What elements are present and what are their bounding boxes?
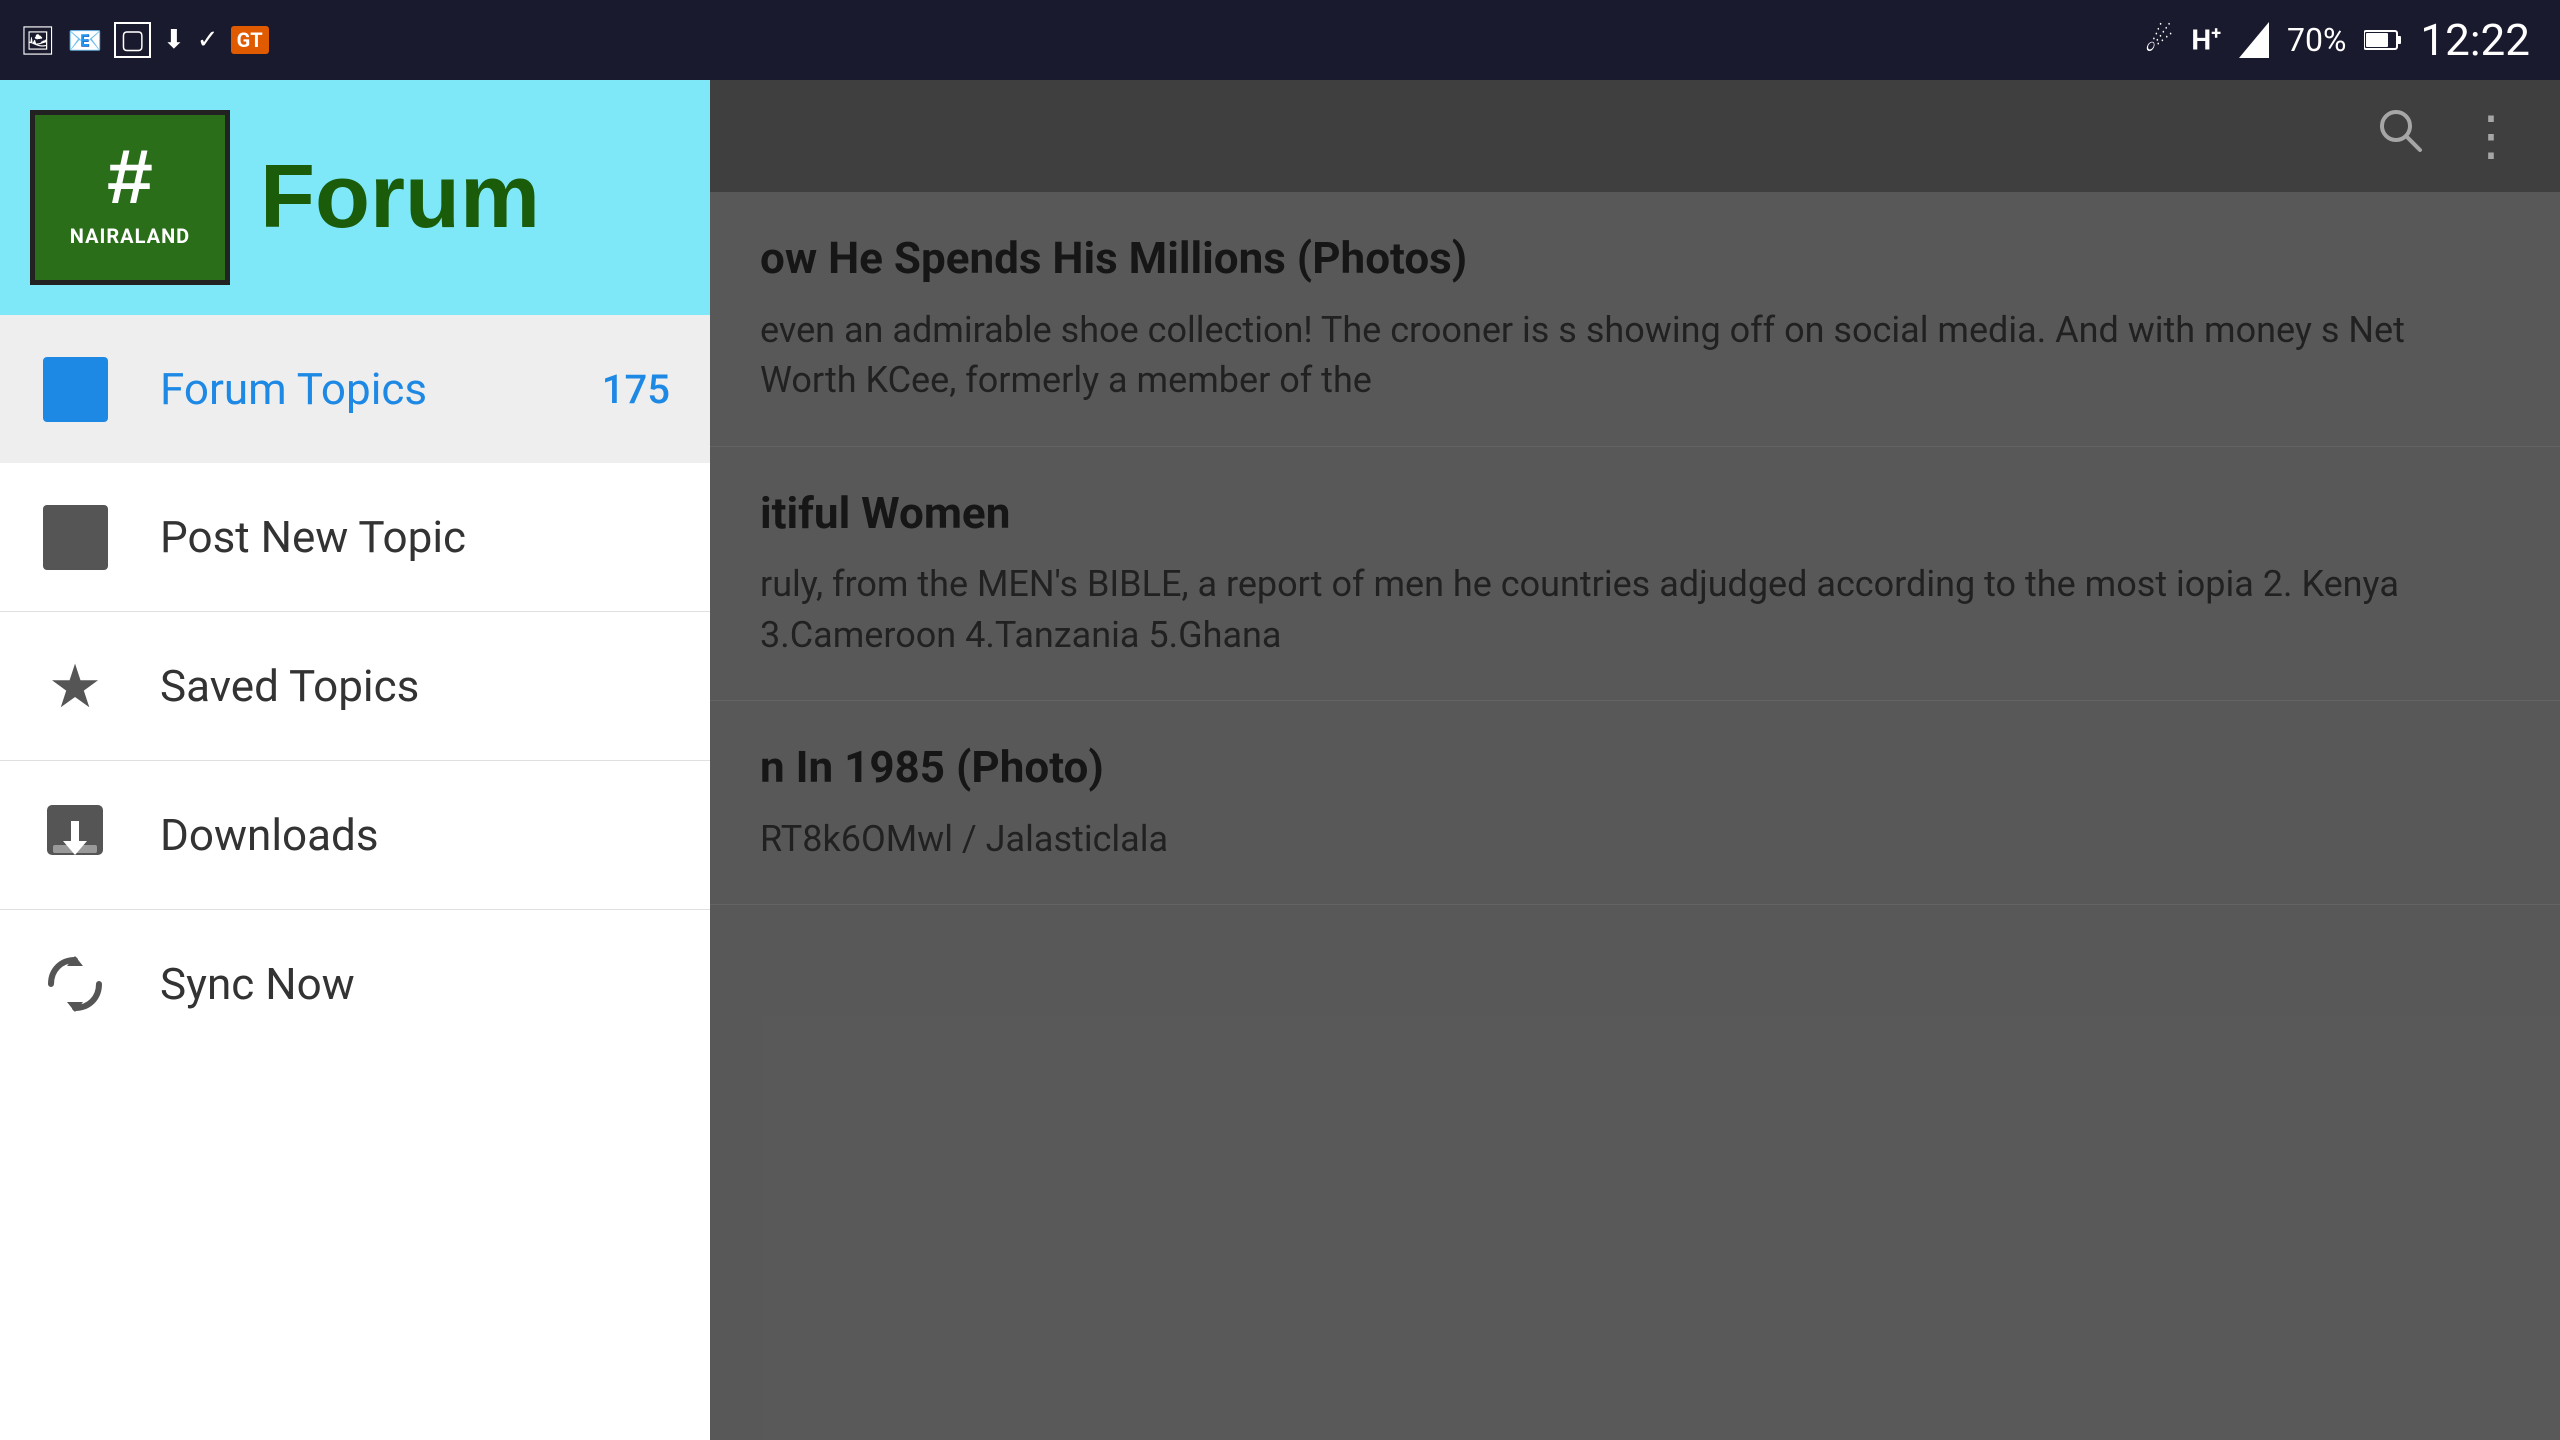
- drawer-header: # NAIRALAND Forum: [0, 80, 710, 315]
- battery-icon: [2364, 29, 2402, 51]
- dark-square-icon: [43, 505, 108, 570]
- status-left-icons: 🖼 📧 ▢ ⬇ ✓ GT: [20, 22, 269, 58]
- nav-item-forum-topics[interactable]: Forum Topics 175: [0, 315, 710, 463]
- nav-item-downloads[interactable]: Downloads: [0, 761, 710, 909]
- logo-nairaland-text: NAIRALAND: [70, 224, 190, 248]
- sync-now-label: Sync Now: [160, 958, 670, 1010]
- nav-items-list: Forum Topics 175 Post New Topic ★ Saved …: [0, 315, 710, 1440]
- nav-item-saved-topics[interactable]: ★ Saved Topics: [0, 612, 710, 760]
- battery-percent: 70%: [2287, 21, 2346, 59]
- saved-topics-label: Saved Topics: [160, 660, 670, 712]
- post-new-topic-icon: [40, 502, 110, 572]
- data-icon: H+: [2191, 23, 2221, 56]
- bluetooth-icon: ☄: [2145, 21, 2174, 59]
- download-svg-icon: [43, 803, 107, 867]
- notif-image-icon: 🖼: [20, 24, 56, 57]
- star-icon: ★: [48, 651, 102, 722]
- notif-download-icon: ⬇: [163, 25, 185, 55]
- forum-topics-icon: [40, 354, 110, 424]
- forum-title: Forum: [260, 146, 540, 249]
- nav-item-post-new-topic[interactable]: Post New Topic: [0, 463, 710, 611]
- content-overlay: [710, 80, 2560, 1440]
- logo-hash-symbol: #: [106, 147, 154, 219]
- downloads-icon: [40, 800, 110, 870]
- notif-window-icon: ▢: [114, 22, 151, 58]
- downloads-label: Downloads: [160, 809, 670, 861]
- blue-square-icon: [43, 357, 108, 422]
- notif-gtbank-icon: GT: [231, 26, 269, 54]
- forum-topics-label: Forum Topics: [160, 363, 602, 415]
- status-right-icons: ☄ H+ 70% 12:22: [2145, 14, 2530, 66]
- content-panel: ⋮ ow He Spends His Millions (Photos) eve…: [710, 80, 2560, 1440]
- saved-topics-icon: ★: [40, 651, 110, 721]
- logo-container: # NAIRALAND Forum: [30, 110, 540, 285]
- nav-item-sync-now[interactable]: Sync Now: [0, 910, 710, 1058]
- logo-box: # NAIRALAND: [30, 110, 230, 285]
- notif-email-icon: 📧: [68, 24, 103, 57]
- forum-topics-badge: 175: [602, 366, 670, 413]
- nav-drawer: # NAIRALAND Forum Forum Topics 175: [0, 80, 710, 1440]
- signal-icon: [2239, 22, 2269, 58]
- notif-check-icon: ✓: [197, 25, 219, 55]
- sync-svg-icon: [43, 952, 107, 1016]
- status-time: 12:22: [2420, 14, 2530, 66]
- post-new-topic-label: Post New Topic: [160, 511, 670, 563]
- status-bar: 🖼 📧 ▢ ⬇ ✓ GT ☄ H+ 70% 12:22: [0, 0, 2560, 80]
- sync-now-icon: [40, 949, 110, 1019]
